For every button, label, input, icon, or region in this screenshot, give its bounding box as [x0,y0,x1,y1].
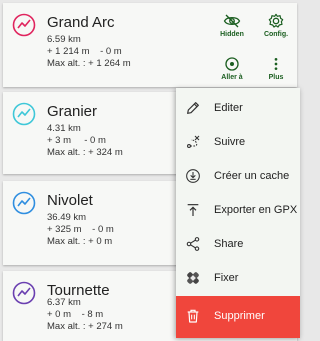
go-to-label: Aller à [221,74,243,81]
share-icon [186,237,200,251]
hidden-button[interactable]: Hidden [212,13,252,38]
trail-distance: 36.49 km [47,212,87,223]
trail-icon [12,13,36,37]
config-button[interactable]: Config. [256,13,296,38]
more-button[interactable]: Plus [256,56,296,81]
target-icon [225,57,239,71]
trash-icon [187,309,199,323]
trail-elevation: + 325 m - 0 m [47,224,114,235]
trail-elevation: + 3 m - 0 m [47,135,106,146]
pencil-icon [187,102,199,114]
more-vertical-icon [274,58,278,70]
menu-item-label: Créer un cache [214,170,290,182]
trail-name: Granier [47,103,98,120]
trail-card-grand-arc[interactable]: Grand Arc 6.59 km + 1 214 m - 0 m Max al… [3,3,297,87]
overflow-menu: Editer Suivre Créer un cache Exporter en… [176,88,300,338]
trail-elevation: + 1 214 m - 0 m [47,46,122,57]
trail-name: Grand Arc [47,14,115,31]
trail-name: Nivolet [47,192,93,209]
go-to-button[interactable]: Aller à [212,56,252,81]
trail-max-altitude: Max alt. : + 324 m [47,147,123,158]
trail-distance: 6.59 km [47,34,81,45]
menu-item-label: Share [214,238,244,250]
trail-icon [12,191,36,215]
menu-item-label: Supprimer [214,310,265,322]
menu-item-label: Fixer [214,272,239,284]
trail-max-altitude: Max alt. : + 274 m [47,321,123,332]
trail-elevation: + 0 m - 8 m [47,309,104,320]
trail-distance: 4.31 km [47,123,81,134]
menu-item-create-cache[interactable]: Créer un cache [176,160,300,194]
trail-max-altitude: Max alt. : + 1 264 m [47,58,131,69]
menu-item-delete[interactable]: Supprimer [176,296,300,338]
trail-icon [12,102,36,126]
menu-item-follow[interactable]: Suivre [176,126,300,160]
menu-item-edit[interactable]: Editer [176,92,300,126]
route-icon [186,135,200,149]
more-label: Plus [268,74,284,81]
menu-item-label: Editer [214,102,243,114]
gear-icon [268,13,284,28]
upload-icon [187,204,199,216]
menu-item-fix[interactable]: Fixer [176,262,300,296]
trail-distance: 6.37 km [47,297,81,308]
hidden-label: Hidden [220,31,244,38]
trail-icon [12,281,36,305]
menu-item-label: Exporter en GPX [214,204,298,216]
trail-max-altitude: Max alt. : + 0 m [47,236,113,247]
menu-item-label: Suivre [214,136,246,148]
eye-off-icon [223,14,241,28]
menu-item-share[interactable]: Share [176,228,300,262]
menu-item-export-gpx[interactable]: Exporter en GPX [176,194,300,228]
download-circle-icon [186,169,200,183]
config-label: Config. [263,31,289,38]
bandage-icon [187,272,199,284]
